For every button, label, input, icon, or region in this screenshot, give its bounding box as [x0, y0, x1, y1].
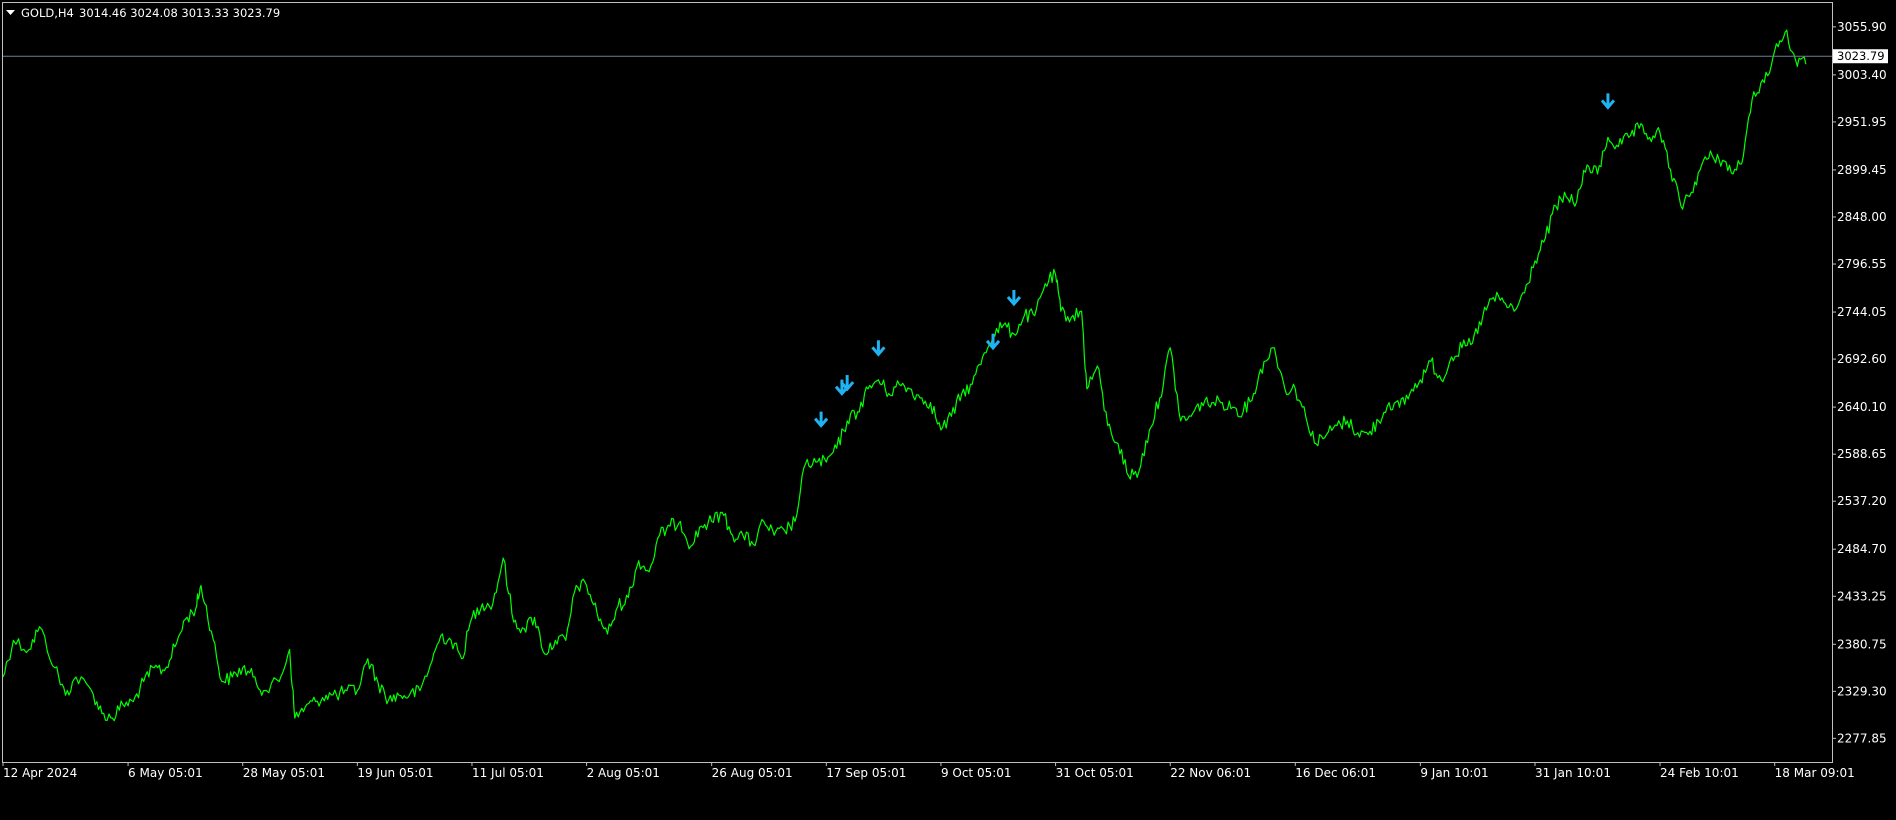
price-tick-label: 2588.65	[1837, 447, 1887, 461]
time-tick-label: 24 Feb 10:01	[1660, 766, 1739, 780]
time-tick-label: 17 Sep 05:01	[826, 766, 906, 780]
time-tick-label: 26 Aug 05:01	[712, 766, 793, 780]
chart-background	[0, 0, 1896, 820]
price-tick-label: 2640.10	[1837, 400, 1887, 414]
price-tick-label: 2484.70	[1837, 542, 1887, 556]
price-tick-label: 3003.40	[1837, 68, 1887, 82]
symbol-label: GOLD,H4	[21, 6, 74, 20]
price-tick-label: 2329.30	[1837, 684, 1887, 698]
time-tick-label: 16 Dec 06:01	[1295, 766, 1376, 780]
price-tick-label: 2433.25	[1837, 589, 1887, 603]
price-tick-label: 3055.90	[1837, 20, 1887, 34]
time-tick-label: 18 Mar 09:01	[1775, 766, 1855, 780]
price-tick-label: 2380.75	[1837, 637, 1887, 651]
time-tick-label: 19 Jun 05:01	[357, 766, 433, 780]
time-tick-label: 9 Oct 05:01	[941, 766, 1012, 780]
price-tick-label: 2537.20	[1837, 494, 1887, 508]
time-tick-label: 28 May 05:01	[243, 766, 325, 780]
price-tick-label: 2848.00	[1837, 210, 1887, 224]
time-tick-label: 31 Jan 10:01	[1535, 766, 1611, 780]
price-tick-label: 2899.45	[1837, 163, 1887, 177]
price-tick-label: 2951.95	[1837, 115, 1887, 129]
price-tick-label: 2796.55	[1837, 257, 1887, 271]
price-tick-label: 2277.85	[1837, 731, 1887, 745]
price-tick-label: 2744.05	[1837, 305, 1887, 319]
time-tick-label: 9 Jan 10:01	[1420, 766, 1488, 780]
chart-root: GOLD,H4 3014.46 3024.08 3013.33 3023.79 …	[0, 0, 1896, 820]
time-tick-label: 11 Jul 05:01	[472, 766, 544, 780]
time-tick-label: 22 Nov 06:01	[1170, 766, 1251, 780]
ohlc-values: 3014.46 3024.08 3013.33 3023.79	[79, 6, 280, 20]
time-tick-label: 6 May 05:01	[128, 766, 203, 780]
price-tick-label: 2692.60	[1837, 352, 1887, 366]
time-tick-label: 12 Apr 2024	[3, 766, 77, 780]
time-tick-label: 31 Oct 05:01	[1056, 766, 1134, 780]
current-price-label: 3023.79	[1837, 49, 1885, 63]
time-tick-label: 2 Aug 05:01	[587, 766, 660, 780]
